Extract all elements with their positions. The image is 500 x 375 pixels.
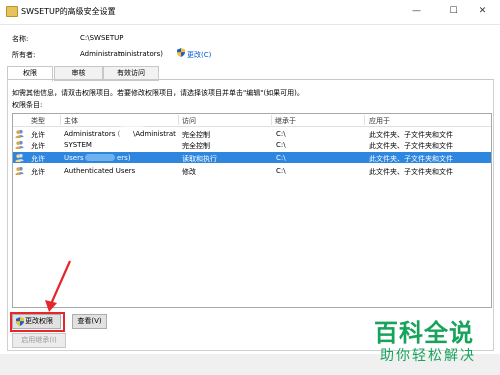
- row-applies: 此文件夹、子文件夹和文件: [369, 142, 453, 150]
- annotation-arrow-icon: [45, 260, 72, 312]
- title-bar: SWSETUP的高级安全设置 — ☐ ✕: [0, 0, 500, 25]
- user-group-icon: [15, 129, 24, 138]
- row-principal: SYSTEM: [64, 141, 92, 149]
- row-principal: Users: [64, 154, 84, 162]
- row-principal: Authenticated Users: [64, 167, 136, 175]
- close-button[interactable]: ✕: [466, 0, 499, 22]
- table-row-selected[interactable]: 允许 Users ers) 读取和执行 C:\ 此文件夹、子文件夹和文件: [13, 152, 491, 163]
- row-access: 读取和执行: [182, 155, 217, 163]
- column-divider: [60, 115, 61, 125]
- list-header: 类型 主体 访问 继承于 应用于: [13, 114, 491, 127]
- view-button[interactable]: 查看(V): [72, 314, 107, 329]
- table-row[interactable]: 允许 Administrators ( \Administrat 完全控制 C:…: [13, 128, 491, 139]
- annotation-highlight-box: [10, 312, 65, 332]
- watermark-title: 百科全说: [374, 319, 474, 347]
- window-title: SWSETUP的高级安全设置: [21, 7, 116, 16]
- row-inherited: C:\: [276, 141, 286, 149]
- row-principal-tail: ers): [117, 154, 131, 162]
- row-access: 修改: [182, 168, 196, 176]
- row-applies: 此文件夹、子文件夹和文件: [369, 168, 453, 176]
- name-label: 名称:: [12, 35, 29, 43]
- column-divider: [364, 115, 365, 125]
- change-owner-link[interactable]: 更改(C): [187, 50, 211, 60]
- uac-shield-icon: [177, 48, 185, 57]
- column-header-type[interactable]: 类型: [31, 116, 45, 126]
- redacted-blur: [85, 154, 115, 161]
- row-applies: 此文件夹、子文件夹和文件: [369, 155, 453, 163]
- column-divider: [271, 115, 272, 125]
- row-inherited: C:\: [276, 130, 286, 138]
- folder-icon: [6, 6, 18, 17]
- row-type: 允许: [31, 142, 45, 150]
- column-header-inherited[interactable]: 继承于: [275, 116, 296, 126]
- permission-entries-label: 权限条目:: [12, 101, 43, 109]
- column-header-applies[interactable]: 应用于: [369, 116, 390, 126]
- user-group-icon: [15, 166, 24, 175]
- user-group-icon: [15, 140, 24, 149]
- column-header-principal[interactable]: 主体: [64, 116, 78, 126]
- row-type: 允许: [31, 155, 45, 163]
- column-divider: [178, 115, 179, 125]
- table-row[interactable]: 允许 SYSTEM 完全控制 C:\ 此文件夹、子文件夹和文件: [13, 139, 491, 150]
- permission-entries-list[interactable]: 类型 主体 访问 继承于 应用于 允许 Administrators ( \Ad…: [12, 113, 492, 308]
- watermark-subtitle: 助你轻松解决: [380, 348, 476, 364]
- table-row[interactable]: 允许 Authenticated Users 修改 C:\ 此文件夹、子文件夹和…: [13, 165, 491, 176]
- row-inherited: C:\: [276, 167, 286, 175]
- name-value: C:\SWSETUP: [80, 34, 124, 42]
- row-type: 允许: [31, 168, 45, 176]
- row-inherited: C:\: [276, 154, 286, 162]
- owner-value-right: ministrators): [118, 50, 163, 58]
- permissions-hint: 如需其他信息，请双击权限项目。若要修改权限项目，请选择该项目并单击"编辑"(如果…: [12, 89, 304, 97]
- enable-inheritance-button[interactable]: 启用继承(I): [12, 333, 66, 348]
- owner-label: 所有者:: [12, 51, 36, 59]
- row-principal-tail: \Administrat: [133, 130, 176, 138]
- row-access: 完全控制: [182, 142, 210, 150]
- row-principal: Administrators (: [64, 130, 121, 138]
- user-group-icon: [15, 153, 24, 162]
- column-header-access[interactable]: 访问: [182, 116, 196, 126]
- minimize-button[interactable]: —: [400, 0, 433, 22]
